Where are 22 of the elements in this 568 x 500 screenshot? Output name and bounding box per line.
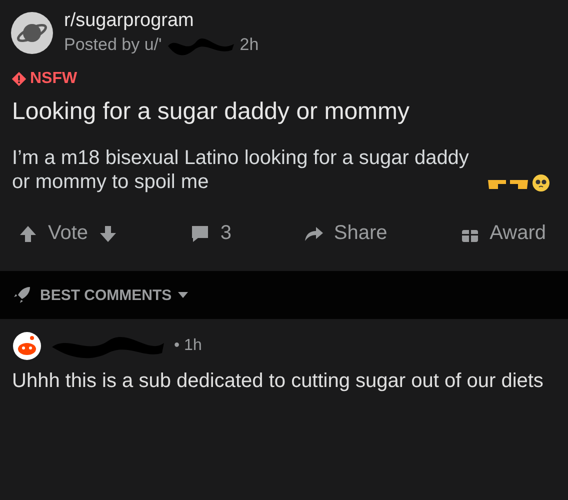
comment-text: Uhhh this is a sub dedicated to cutting sugar out of our diets bbox=[12, 369, 544, 393]
subreddit-avatar-icon[interactable] bbox=[10, 11, 54, 55]
share-button[interactable]: Share bbox=[304, 222, 388, 245]
comment-age: • 1h bbox=[174, 337, 202, 355]
post-title: Looking for a sugar daddy or mommy bbox=[12, 98, 411, 126]
comments-button[interactable]: 3 bbox=[190, 222, 232, 245]
warning-icon bbox=[12, 72, 26, 86]
user-avatar-icon[interactable] bbox=[12, 331, 42, 361]
caret-icon bbox=[178, 292, 188, 298]
vote-label: Vote bbox=[48, 222, 88, 245]
comment-icon bbox=[190, 224, 210, 244]
post-age: 2h bbox=[240, 35, 259, 55]
nsfw-tag: NSFW bbox=[30, 70, 78, 88]
sort-dropdown[interactable]: BEST COMMENTS bbox=[40, 286, 188, 304]
pleading-face-icon bbox=[530, 174, 552, 192]
subreddit-name[interactable]: r/sugarprogram bbox=[64, 10, 259, 32]
downvote-icon[interactable] bbox=[98, 224, 118, 244]
rocket-icon bbox=[12, 285, 32, 305]
upvote-icon[interactable] bbox=[18, 224, 38, 244]
post-body: I’m a m18 bisexual Latino looking for a sugar daddy or mommy to spoil me bbox=[12, 146, 470, 194]
award-button[interactable]: Award bbox=[460, 222, 546, 245]
posted-by: Posted by u/' bbox=[64, 35, 162, 55]
